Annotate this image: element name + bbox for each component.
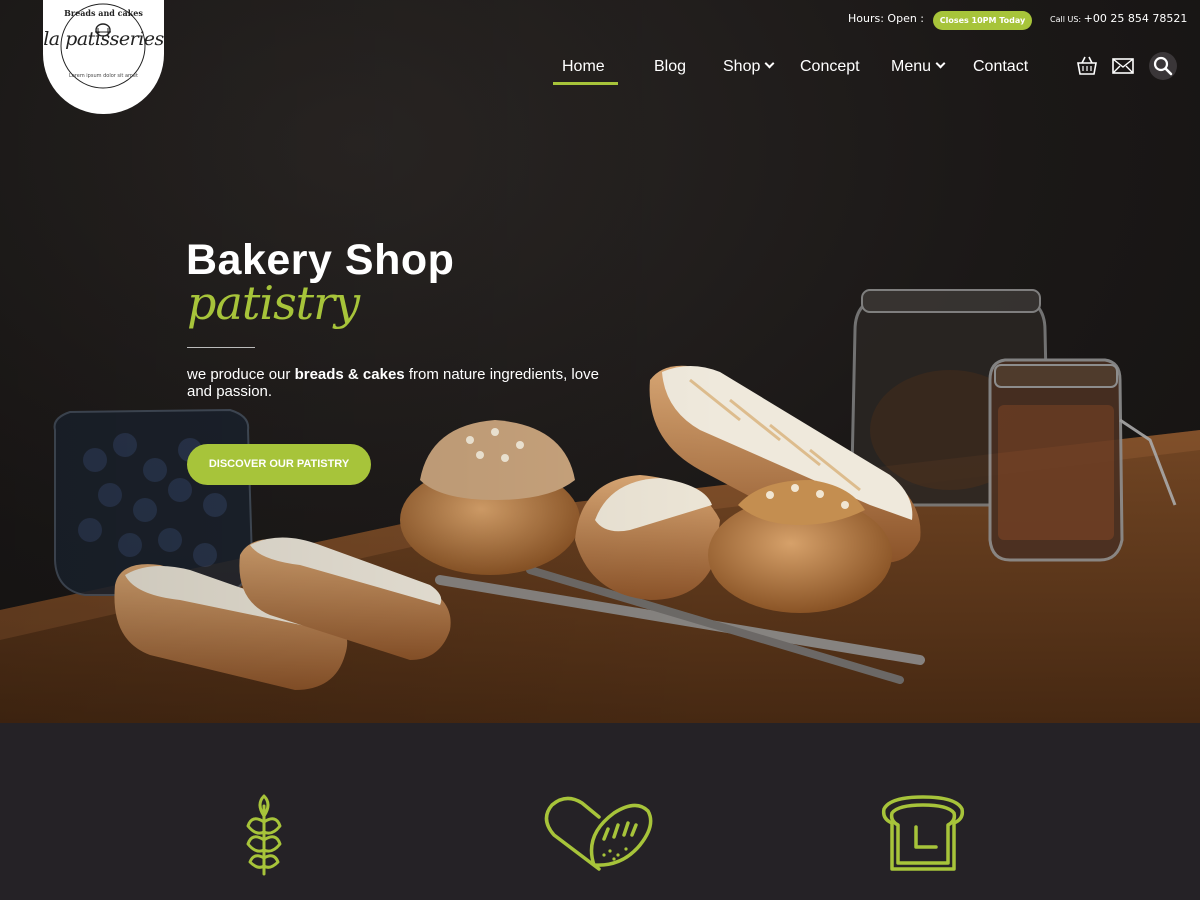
hero-divider: [187, 347, 255, 348]
chevron-down-icon: [764, 58, 775, 69]
hero-script-subtitle: patistry: [187, 276, 360, 330]
search-button[interactable]: [1149, 52, 1177, 80]
logo-wordmark: la patisseries: [43, 28, 164, 50]
call-info: Call US: +00 25 854 78521: [1050, 12, 1187, 25]
logo-tagline: Lorem ipsum dolor sit amet: [69, 73, 138, 79]
nav-item-menu-label: Menu: [891, 58, 932, 75]
call-label: Call US:: [1050, 15, 1082, 24]
features-section: [0, 723, 1200, 900]
wheat-icon: [246, 794, 282, 876]
hours-label: Hours: Open :: [848, 12, 925, 25]
nav-item-blog[interactable]: Blog: [654, 58, 686, 76]
bread-heart-icon: [544, 796, 653, 871]
chevron-down-icon: [935, 58, 946, 69]
nav-item-shop[interactable]: Shop: [723, 58, 775, 76]
nav-active-indicator: [553, 82, 618, 85]
search-icon: [1153, 56, 1173, 76]
hero-section: [0, 0, 1200, 723]
nav-item-concept[interactable]: Concept: [800, 58, 860, 76]
discover-patistry-button[interactable]: DISCOVER OUR PATISTRY: [187, 444, 371, 485]
basket-icon: [1077, 56, 1097, 75]
nav-item-menu[interactable]: Menu: [891, 58, 946, 76]
site-logo[interactable]: Breads and cakes la patisseries Lorem ip…: [43, 0, 164, 114]
call-number[interactable]: +00 25 854 78521: [1084, 12, 1188, 25]
hours-badge: Closes 10PM Today: [933, 11, 1032, 30]
nav-item-contact[interactable]: Contact: [973, 58, 1028, 76]
logo-top-text: Breads and cakes: [64, 8, 143, 18]
hero-desc-pre: we produce our: [187, 366, 295, 383]
basket-button[interactable]: [1075, 54, 1099, 78]
mail-button[interactable]: [1111, 54, 1135, 78]
mail-icon: [1112, 58, 1134, 74]
hero-overlay: [0, 0, 1200, 723]
nav-item-home[interactable]: Home: [562, 58, 605, 76]
nav-item-shop-label: Shop: [723, 58, 761, 75]
toast-clock-icon: [881, 795, 965, 871]
hero-description: we produce our breads & cakes from natur…: [187, 366, 617, 400]
hero-desc-bold: breads & cakes: [294, 366, 405, 383]
